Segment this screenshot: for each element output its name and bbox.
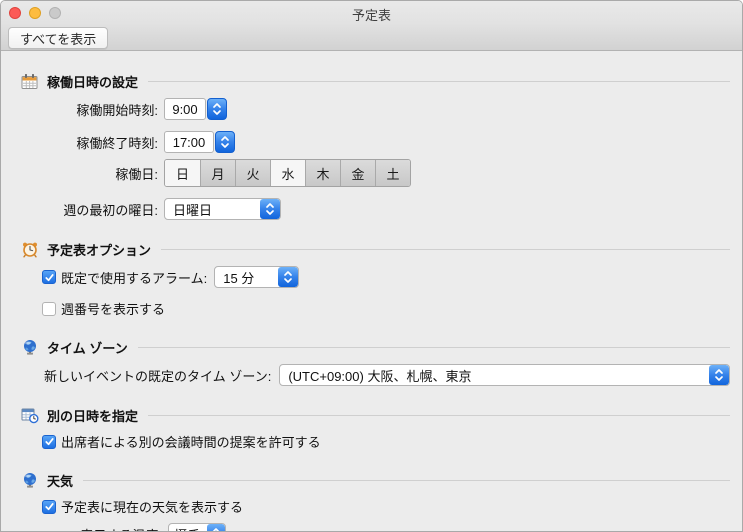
section-divider <box>161 248 730 250</box>
section-time-zone-header: タイム ゾーン <box>21 338 730 356</box>
work-days-segmented-control: 日 月 火 水 木 金 土 <box>164 159 411 187</box>
globe-icon <box>21 472 39 489</box>
chevron-up-down-icon <box>709 365 729 385</box>
window-title: 予定表 <box>351 8 391 23</box>
work-start-label: 稼働開始時刻: <box>76 102 158 118</box>
time-zone-value: (UTC+09:00) 大阪、札幌、東京 <box>288 368 472 384</box>
show-weather-row: 予定表に現在の天気を表示する <box>21 497 730 516</box>
section-calendar-options-header: 予定表オプション <box>21 240 730 258</box>
work-start-stepper[interactable] <box>207 98 227 120</box>
work-start-time-field[interactable]: 9:00 <box>164 98 206 120</box>
temperature-popup[interactable]: 摂氏 <box>168 523 226 532</box>
work-end-label: 稼働終了時刻: <box>76 135 158 151</box>
section-divider <box>137 346 730 348</box>
week-numbers-label: 週番号を表示する <box>61 302 166 317</box>
time-proposals-label: 出席者による別の会議時間の提案を許可する <box>61 435 321 450</box>
title-bar[interactable]: 予定表 <box>1 1 742 23</box>
section-title-calendar-options: 予定表オプション <box>47 242 152 258</box>
section-title-weather: 天気 <box>47 473 74 489</box>
time-zone-label: 新しいイベントの既定のタイム ゾーン: <box>44 368 272 384</box>
work-days-row: 稼働日: 日 月 火 水 木 金 土 <box>21 159 730 187</box>
section-alternate-time-header: 別の日時を指定 <box>21 406 730 424</box>
work-end-row: 稼働終了時刻: 17:00 <box>21 131 730 153</box>
section-divider <box>83 479 730 481</box>
time-proposals-row: 出席者による別の会議時間の提案を許可する <box>21 432 730 451</box>
week-numbers-row: 週番号を表示する <box>21 299 730 318</box>
section-weather-header: 天気 <box>21 471 730 489</box>
globe-icon <box>21 339 39 356</box>
time-zone-popup[interactable]: (UTC+09:00) 大阪、札幌、東京 <box>279 364 730 386</box>
section-divider <box>148 80 730 82</box>
chevron-up-down-icon <box>207 524 225 531</box>
work-start-row: 稼働開始時刻: 9:00 <box>21 98 730 120</box>
default-alarm-row: 既定で使用するアラーム: 15 分 <box>21 266 730 288</box>
work-end-stepper[interactable] <box>215 131 235 153</box>
preferences-window: 予定表 すべてを表示 稼働日時の設定 稼働開始時刻: 9:00 稼働終了時刻: … <box>0 0 743 532</box>
day-segment-mon[interactable]: 月 <box>200 160 235 186</box>
day-segment-sun[interactable]: 日 <box>165 160 200 186</box>
time-proposals-checkbox[interactable] <box>42 434 56 449</box>
window-chrome: 予定表 すべてを表示 <box>1 1 742 51</box>
section-work-hours-header: 稼働日時の設定 <box>21 72 730 90</box>
first-day-label: 週の最初の曜日: <box>63 202 158 218</box>
calendar-icon <box>21 73 39 90</box>
day-segment-fri[interactable]: 金 <box>340 160 375 186</box>
show-weather-checkbox[interactable] <box>42 499 56 514</box>
default-alarm-label: 既定で使用するアラーム: <box>61 270 208 286</box>
first-day-row: 週の最初の曜日: 日曜日 <box>21 198 730 220</box>
week-numbers-checkbox[interactable] <box>42 301 56 316</box>
preferences-content: 稼働日時の設定 稼働開始時刻: 9:00 稼働終了時刻: 17:00 稼働日: … <box>1 72 742 532</box>
section-title-time-zone: タイム ゾーン <box>47 340 128 356</box>
temperature-label: 表示する温度: <box>21 525 162 532</box>
work-days-label: 稼働日: <box>115 166 158 182</box>
show-all-button[interactable]: すべてを表示 <box>8 27 109 49</box>
show-weather-label: 予定表に現在の天気を表示する <box>61 500 244 515</box>
table-clock-icon <box>21 407 39 424</box>
chevron-up-down-icon <box>278 267 299 287</box>
day-segment-tue[interactable]: 火 <box>235 160 270 186</box>
temperature-value: 摂氏 <box>169 524 207 532</box>
first-day-value: 日曜日 <box>173 202 213 218</box>
day-segment-wed[interactable]: 水 <box>270 160 305 186</box>
day-segment-thu[interactable]: 木 <box>305 160 340 186</box>
section-divider <box>148 414 730 416</box>
chevron-up-down-icon <box>260 199 280 219</box>
alarm-clock-icon <box>21 241 39 258</box>
first-day-popup[interactable]: 日曜日 <box>164 198 281 220</box>
section-title-work-hours: 稼働日時の設定 <box>47 74 139 90</box>
default-alarm-checkbox[interactable] <box>42 270 56 284</box>
section-title-alternate-time: 別の日時を指定 <box>47 408 139 424</box>
default-alarm-value: 15 分 <box>223 270 255 286</box>
day-segment-sat[interactable]: 土 <box>375 160 410 186</box>
default-alarm-popup[interactable]: 15 分 <box>214 266 300 288</box>
work-end-time-field[interactable]: 17:00 <box>164 131 214 153</box>
temperature-row: 表示する温度: 摂氏 <box>21 523 730 532</box>
time-zone-row: 新しいイベントの既定のタイム ゾーン: (UTC+09:00) 大阪、札幌、東京 <box>21 364 730 386</box>
